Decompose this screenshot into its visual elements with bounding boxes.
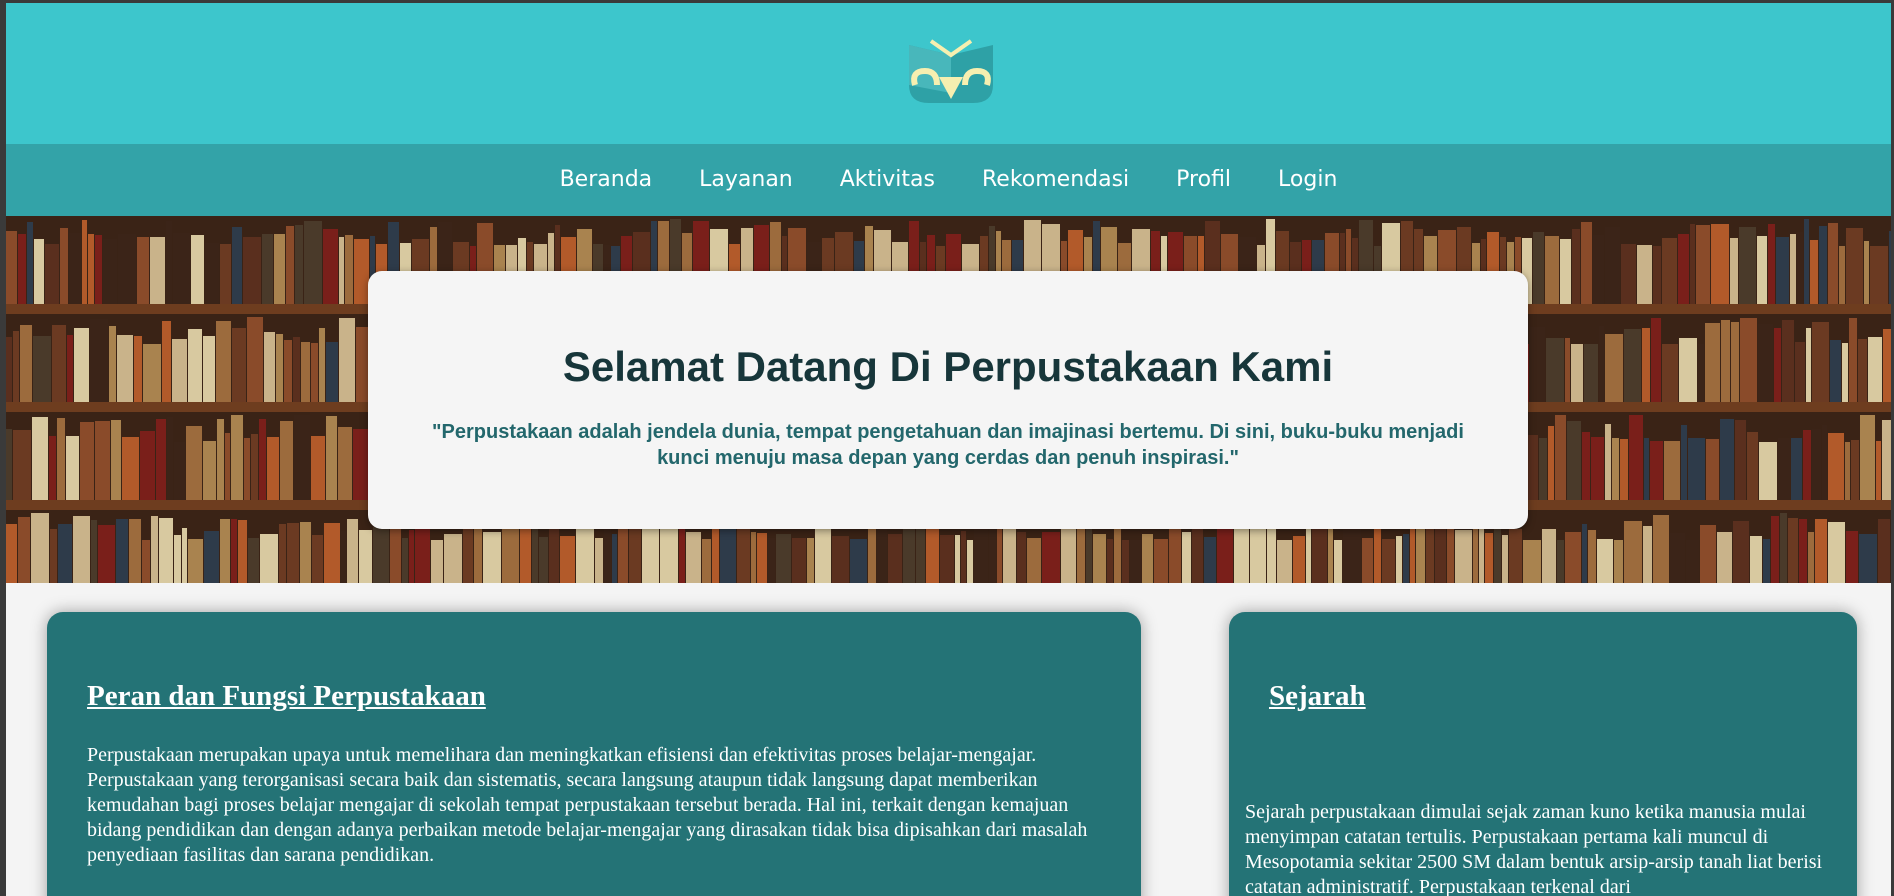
nav-item-profil[interactable]: Profil <box>1176 144 1231 216</box>
main-nav: Beranda Layanan Aktivitas Rekomendasi Pr… <box>6 144 1891 216</box>
hero-banner: Selamat Datang Di Perpustakaan Kami "Per… <box>6 216 1891 583</box>
welcome-box: Selamat Datang Di Perpustakaan Kami "Per… <box>368 271 1528 529</box>
nav-item-beranda[interactable]: Beranda <box>560 144 653 216</box>
card-body-peran: Perpustakaan merupakan upaya untuk memel… <box>87 744 1088 866</box>
owl-book-logo-icon[interactable] <box>901 33 1001 105</box>
card-peran-fungsi: Peran dan Fungsi Perpustakaan Perpustaka… <box>47 612 1141 896</box>
welcome-quote: "Perpustakaan adalah jendela dunia, temp… <box>432 421 1464 469</box>
nav-item-login[interactable]: Login <box>1278 144 1337 216</box>
nav-item-layanan[interactable]: Layanan <box>699 144 793 216</box>
page-title: Selamat Datang Di Perpustakaan Kami <box>562 343 1334 390</box>
page: Beranda Layanan Aktivitas Rekomendasi Pr… <box>6 3 1891 896</box>
card-body-sejarah: Sejarah perpustakaan dimulai sejak zaman… <box>1245 801 1823 896</box>
nav-item-rekomendasi[interactable]: Rekomendasi <box>982 144 1129 216</box>
site-header <box>6 3 1891 144</box>
card-title-sejarah[interactable]: Sejarah <box>1269 680 1366 713</box>
nav-item-aktivitas[interactable]: Aktivitas <box>840 144 935 216</box>
card-sejarah: Sejarah Sejarah perpustakaan dimulai sej… <box>1229 612 1857 896</box>
card-title-peran[interactable]: Peran dan Fungsi Perpustakaan <box>87 680 486 713</box>
